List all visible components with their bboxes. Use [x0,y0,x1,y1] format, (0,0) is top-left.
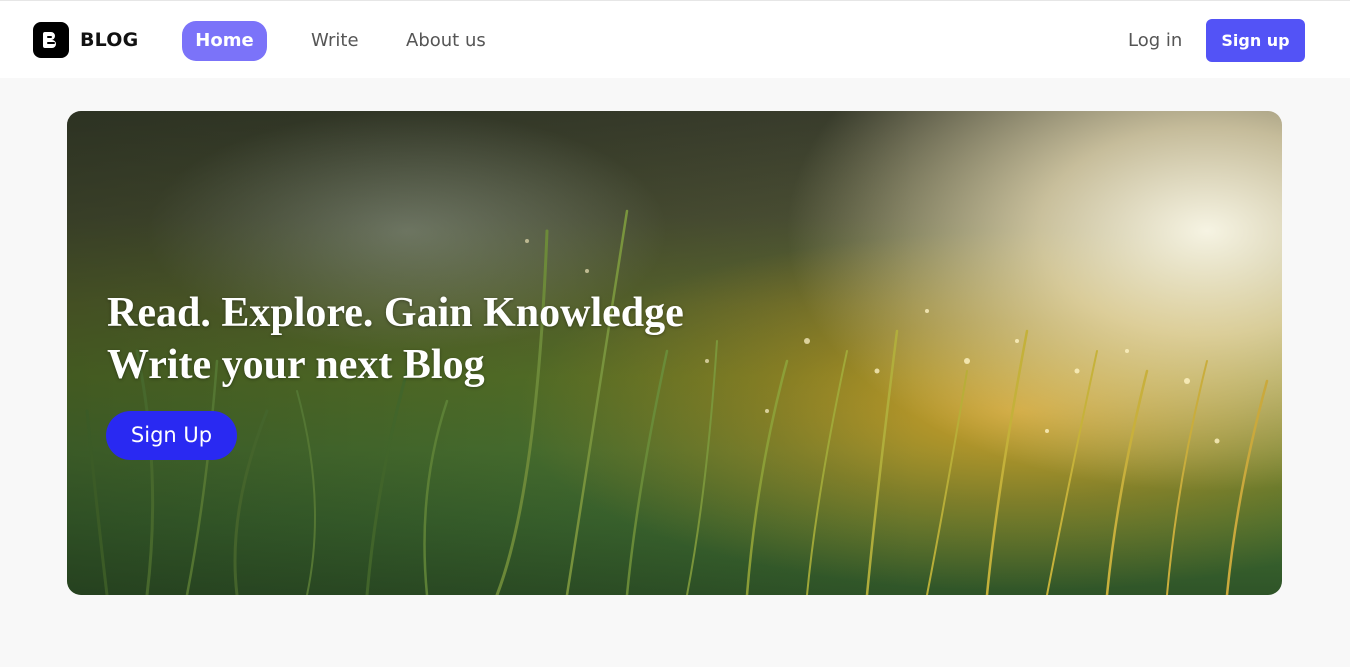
hero-headline: Read. Explore. Gain Knowledge Write your… [107,287,684,391]
hero-signup-button[interactable]: Sign Up [106,411,237,460]
brand-logo[interactable]: BLOG [33,22,138,58]
login-link[interactable]: Log in [1128,21,1182,61]
hero-banner: Read. Explore. Gain Knowledge Write your… [67,111,1282,595]
nav-about-us[interactable]: About us [406,21,486,61]
brand-name: BLOG [80,29,139,51]
top-navbar: BLOG Home Write About us Log in Sign up [0,0,1350,78]
nav-home[interactable]: Home [182,21,267,61]
signup-button[interactable]: Sign up [1206,19,1305,62]
blogger-icon [33,22,69,58]
hero-headline-line2: Write your next Blog [107,342,485,388]
nav-write[interactable]: Write [311,21,359,61]
hero-headline-line1: Read. Explore. Gain Knowledge [107,290,684,336]
